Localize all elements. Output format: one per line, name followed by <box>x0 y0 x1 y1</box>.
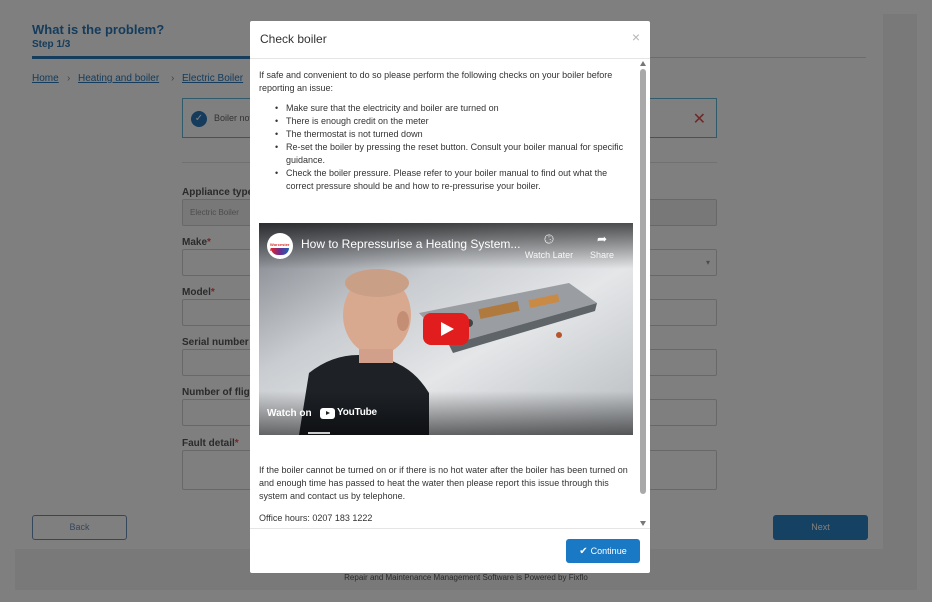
modal-header: Check boiler × <box>250 21 650 59</box>
channel-logo-mark <box>271 248 289 255</box>
close-icon[interactable]: × <box>632 29 640 45</box>
check-list: Make sure that the electricity and boile… <box>273 102 625 193</box>
modal-scrollbar[interactable] <box>639 60 648 528</box>
modal-footer: ✔ Continue <box>250 528 650 573</box>
continue-label: Continue <box>590 546 627 556</box>
list-item: Make sure that the electricity and boile… <box>273 102 625 115</box>
share-button[interactable]: ➦ Share <box>574 232 630 260</box>
modal-title: Check boiler <box>260 32 327 46</box>
video-progress-bar <box>308 432 330 434</box>
scroll-up-arrow-icon[interactable] <box>640 61 646 66</box>
video-title[interactable]: How to Repressurise a Heating System... <box>301 237 521 251</box>
watch-later-button[interactable]: 🕓︎ Watch Later <box>521 232 577 260</box>
list-item: Re-set the boiler by pressing the reset … <box>273 141 625 167</box>
watch-on-label[interactable]: Watch on <box>267 408 312 419</box>
share-label: Share <box>589 250 615 260</box>
office-hours: Office hours: 0207 183 1222 <box>259 513 373 523</box>
youtube-play-icon <box>320 408 335 419</box>
list-item: Check the boiler pressure. Please refer … <box>273 167 625 193</box>
video-bottom-shade <box>259 391 633 435</box>
watch-later-label: Watch Later <box>524 250 574 260</box>
intro-text: If safe and convenient to do so please p… <box>259 70 613 93</box>
continue-button[interactable]: ✔ Continue <box>566 539 640 563</box>
check-boiler-modal: Check boiler × If safe and convenient to… <box>250 21 650 573</box>
list-item: The thermostat is not turned down <box>273 128 625 141</box>
list-item: There is enough credit on the meter <box>273 115 625 128</box>
after-video-text: If the boiler cannot be turned on or if … <box>259 465 628 501</box>
youtube-wordmark: YouTube <box>337 407 377 418</box>
channel-logo[interactable]: Worcester BOSCH <box>267 233 293 259</box>
checkmark-icon: ✔ <box>579 546 588 557</box>
share-icon: ➦ <box>596 232 608 246</box>
clock-icon: 🕓︎ <box>544 232 554 246</box>
scroll-down-arrow-icon[interactable] <box>640 521 646 526</box>
modal-body[interactable]: If safe and convenient to do so please p… <box>250 60 650 528</box>
play-button[interactable] <box>423 313 469 345</box>
scrollbar-thumb[interactable] <box>640 69 646 494</box>
youtube-video-embed[interactable]: Worcester BOSCH How to Repressurise a He… <box>259 223 633 435</box>
